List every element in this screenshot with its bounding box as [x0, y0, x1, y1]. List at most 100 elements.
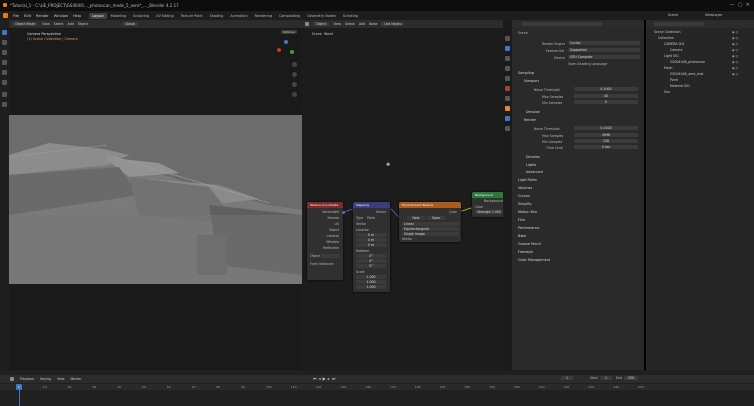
timeline-keying-menu[interactable]: Keying [40, 377, 51, 381]
start-frame-field[interactable]: 1 [600, 376, 612, 380]
next-key-icon[interactable]: ▸ [328, 376, 330, 381]
tab-shading[interactable]: Shading [207, 13, 227, 19]
section-film[interactable]: Film [518, 218, 525, 222]
frame-ruler[interactable]: 0102030405060708090100110120130140150160… [0, 384, 754, 390]
vp-max-samples-field[interactable]: 40 [574, 94, 638, 98]
texture-coordinate-node[interactable]: Texture Coordinate Generated Normal UV O… [307, 202, 345, 280]
mode-selector[interactable]: Object Mode [12, 22, 39, 26]
menu-render[interactable]: Render [36, 14, 49, 18]
scale-x-field[interactable]: 1.000 [356, 275, 386, 279]
object-tab-icon[interactable] [505, 106, 510, 111]
projection-select[interactable]: Equirectangular [402, 227, 459, 231]
zoom-icon[interactable] [292, 62, 297, 67]
collection-tab-icon[interactable] [505, 96, 510, 101]
current-frame-field[interactable]: 1 [561, 376, 573, 380]
section-volumes[interactable]: Volumes [518, 186, 532, 190]
tab-sculpting[interactable]: Sculpting [130, 13, 152, 19]
jump-end-icon[interactable]: ⏭ [332, 376, 336, 381]
timeline[interactable]: Playback Keying View Marker ⏮ ◂ ▶ ▸ ⏭ 1 … [0, 370, 754, 406]
vp-min-samples-field[interactable]: 0 [574, 100, 638, 104]
outliner-row-camera-object[interactable]: CAMERA 001 [664, 42, 685, 47]
camera-view-icon[interactable] [292, 82, 297, 87]
interpolation-select[interactable]: Linear [402, 222, 459, 226]
blender-menu-icon[interactable] [3, 13, 8, 18]
section-grease-pencil[interactable]: Grease Pencil [518, 242, 541, 246]
perspective-toggle-icon[interactable] [292, 92, 297, 97]
modifier-tab-icon[interactable] [505, 116, 510, 121]
end-frame-field[interactable]: 250 [624, 376, 638, 380]
view-layer-tab-icon[interactable] [505, 66, 510, 71]
outliner-row-point[interactable]: Point [670, 78, 678, 83]
render-engine-select[interactable]: Cycles [568, 41, 640, 45]
properties-search[interactable] [522, 22, 602, 26]
rotation-y-field[interactable]: 0° [356, 259, 386, 263]
tool-tab-icon[interactable] [505, 36, 510, 41]
source-select[interactable]: Single Image [402, 232, 459, 236]
rotation-z-field[interactable]: 0° [356, 264, 386, 268]
render-subsection[interactable]: Render [524, 118, 536, 122]
menu-window[interactable]: Window [54, 14, 68, 18]
outliner-row-photoscan[interactable]: GS004048_photoscan [670, 60, 705, 65]
y-axis-icon[interactable] [290, 50, 294, 54]
navigation-gizmo[interactable] [277, 40, 295, 58]
section-curves[interactable]: Curves [518, 194, 530, 198]
r-noise-threshold-field[interactable]: 0.0100 [574, 126, 638, 130]
z-axis-icon[interactable] [284, 40, 288, 44]
outliner-search[interactable] [654, 22, 704, 26]
r-denoise-subsection[interactable]: Denoise [526, 155, 540, 159]
location-y-field[interactable]: 0 m [356, 238, 386, 242]
3d-viewport[interactable]: Object Mode View Select Add Object Globa… [9, 20, 302, 370]
window-controls[interactable]: — ▢ ✕ [730, 2, 750, 8]
transform-tool-icon[interactable] [2, 80, 7, 85]
background-node[interactable]: Background Background Color Strength 1.0… [472, 192, 506, 217]
timeline-editor-icon[interactable] [10, 377, 14, 381]
scene-selector[interactable]: Scene [668, 13, 678, 17]
sampling-section[interactable]: Sampling [518, 71, 534, 75]
prev-key-icon[interactable]: ◂ [319, 376, 321, 381]
open-image-button[interactable]: Open [427, 216, 445, 220]
from-instancer-checkbox[interactable]: From Instancer [310, 262, 334, 266]
world-tab-icon[interactable] [505, 86, 510, 91]
outliner-row-sun[interactable]: Sun [664, 90, 670, 95]
move-tool-icon[interactable] [2, 50, 7, 55]
section-color-management[interactable]: Color Management [518, 258, 550, 262]
annotate-tool-icon[interactable] [2, 92, 7, 97]
strength-field[interactable]: Strength 1.000 [475, 210, 503, 214]
options-button[interactable]: Options [281, 30, 297, 34]
outliner-row-light[interactable]: Light 001 [664, 54, 679, 59]
outliner-row-aero-mat[interactable]: GS004048_aero_mat [670, 72, 703, 77]
advanced-subsection[interactable]: Advanced [526, 170, 543, 174]
transform-orientation[interactable]: Global [122, 22, 139, 26]
viewport-subsection[interactable]: Viewport [524, 79, 539, 83]
tab-scripting[interactable]: Scripting [340, 13, 361, 19]
tab-texture-paint[interactable]: Texture Paint [178, 13, 206, 19]
jump-start-icon[interactable]: ⏮ [313, 376, 317, 381]
mapping-node[interactable]: Mapping Vector Type Point Vector Locatio… [353, 202, 390, 292]
osl-checkbox[interactable]: Open Shading Language [568, 62, 607, 66]
section-light-paths[interactable]: Light Paths [518, 178, 537, 182]
tab-geometry-nodes[interactable]: Geometry Nodes [304, 13, 339, 19]
outliner-row-mesh[interactable]: Mesh [664, 66, 672, 71]
generated-socket[interactable] [341, 211, 345, 214]
timeline-playback-menu[interactable]: Playback [20, 377, 34, 381]
location-z-field[interactable]: 0 m [356, 243, 386, 247]
r-min-samples-field[interactable]: 128 [574, 139, 638, 143]
outliner-row-collection[interactable]: Collection [658, 36, 674, 41]
mapping-type-select[interactable]: Point [367, 216, 375, 220]
outliner-row-camera-data[interactable]: Camera [670, 48, 683, 53]
viewport-view-menu[interactable]: View [42, 22, 50, 26]
feature-set-select[interactable]: Supported [568, 48, 640, 52]
scene-tab-icon[interactable] [505, 76, 510, 81]
viewport-object-menu[interactable]: Object [78, 22, 88, 26]
tab-uv-editing[interactable]: UV Editing [153, 13, 177, 19]
tab-animation[interactable]: Animation [227, 13, 250, 19]
menu-help[interactable]: Help [73, 14, 81, 18]
tab-compositing[interactable]: Compositing [276, 13, 303, 19]
select-tool-icon[interactable] [2, 30, 7, 35]
location-x-field[interactable]: 0 m [356, 233, 386, 237]
section-simplify[interactable]: Simplify [518, 202, 532, 206]
rotate-tool-icon[interactable] [2, 60, 7, 65]
object-field[interactable] [321, 254, 339, 258]
lights-subsection[interactable]: Lights [526, 163, 536, 167]
time-limit-field[interactable]: 0 sec [574, 145, 638, 149]
